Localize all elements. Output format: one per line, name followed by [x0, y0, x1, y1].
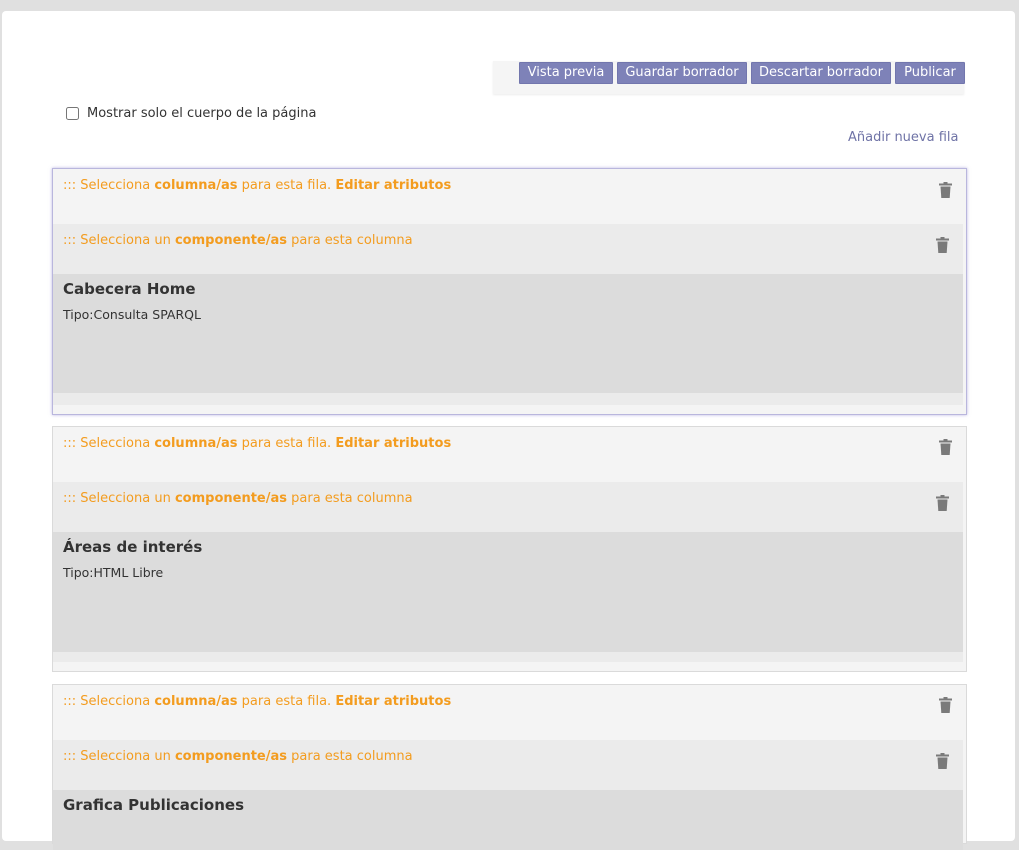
edit-attributes-link[interactable]: Editar atributos — [335, 694, 451, 709]
select-columns-link[interactable]: columna/as — [154, 436, 237, 451]
row-header: ::: Selecciona columna/as para esta fila… — [63, 436, 451, 451]
select-components-link[interactable]: componente/as — [175, 491, 287, 506]
column-header-prefix: ::: Selecciona un — [63, 233, 175, 248]
select-columns-link[interactable]: columna/as — [154, 178, 237, 193]
column-header: ::: Selecciona un componente/as para est… — [63, 749, 413, 764]
save-draft-button[interactable]: Guardar borrador — [617, 62, 747, 84]
component-title: Grafica Publicaciones — [63, 796, 245, 814]
row-header: ::: Selecciona columna/as para esta fila… — [63, 178, 451, 193]
preview-button[interactable]: Vista previa — [519, 62, 613, 84]
row-header-prefix: ::: Selecciona — [63, 436, 155, 451]
select-components-link[interactable]: componente/as — [175, 233, 287, 248]
add-row-link[interactable]: Añadir nueva fila — [848, 130, 958, 145]
page-row[interactable]: ::: Selecciona columna/as para esta fila… — [52, 426, 967, 672]
column-block: ::: Selecciona un componente/as para est… — [53, 224, 963, 405]
select-components-link[interactable]: componente/as — [175, 749, 287, 764]
column-header-suffix: para esta columna — [287, 749, 413, 764]
page-row[interactable]: ::: Selecciona columna/as para esta fila… — [52, 684, 967, 850]
body-only-label: Mostrar solo el cuerpo de la página — [87, 105, 317, 121]
column-header-prefix: ::: Selecciona un — [63, 749, 175, 764]
delete-column-trash-icon[interactable] — [936, 753, 949, 769]
row-header-middle: para esta fila. — [237, 178, 336, 193]
component-block[interactable]: Cabecera Home Tipo:Consulta SPARQL — [53, 274, 963, 393]
discard-draft-button[interactable]: Descartar borrador — [751, 62, 891, 84]
delete-column-trash-icon[interactable] — [936, 495, 949, 511]
component-title: Cabecera Home — [63, 280, 196, 298]
column-header: ::: Selecciona un componente/as para est… — [63, 233, 413, 248]
delete-row-trash-icon[interactable] — [939, 182, 952, 198]
row-header-prefix: ::: Selecciona — [63, 178, 155, 193]
edit-attributes-link[interactable]: Editar atributos — [335, 178, 451, 193]
delete-row-trash-icon[interactable] — [939, 697, 952, 713]
column-header-suffix: para esta columna — [287, 233, 413, 248]
row-header-middle: para esta fila. — [237, 694, 336, 709]
page-row[interactable]: ::: Selecciona columna/as para esta fila… — [52, 168, 967, 415]
body-only-checkbox[interactable] — [66, 106, 79, 120]
component-type: Tipo:Consulta SPARQL — [63, 307, 201, 322]
column-header-suffix: para esta columna — [287, 491, 413, 506]
column-header: ::: Selecciona un componente/as para est… — [63, 491, 413, 506]
component-block[interactable]: Áreas de interés Tipo:HTML Libre — [53, 532, 963, 652]
column-header-prefix: ::: Selecciona un — [63, 491, 175, 506]
body-only-option[interactable]: Mostrar solo el cuerpo de la página — [66, 104, 316, 122]
edit-attributes-link[interactable]: Editar atributos — [335, 436, 451, 451]
component-block[interactable]: Grafica Publicaciones — [53, 790, 963, 850]
row-header-prefix: ::: Selecciona — [63, 694, 155, 709]
column-block: ::: Selecciona un componente/as para est… — [53, 482, 963, 662]
delete-row-trash-icon[interactable] — [939, 439, 952, 455]
component-title: Áreas de interés — [63, 538, 203, 556]
row-header-middle: para esta fila. — [237, 436, 336, 451]
publish-button[interactable]: Publicar — [895, 62, 965, 84]
component-type: Tipo:HTML Libre — [63, 565, 164, 580]
column-block: ::: Selecciona un componente/as para est… — [53, 740, 963, 850]
select-columns-link[interactable]: columna/as — [154, 694, 237, 709]
row-header: ::: Selecciona columna/as para esta fila… — [63, 694, 451, 709]
delete-column-trash-icon[interactable] — [936, 237, 949, 253]
